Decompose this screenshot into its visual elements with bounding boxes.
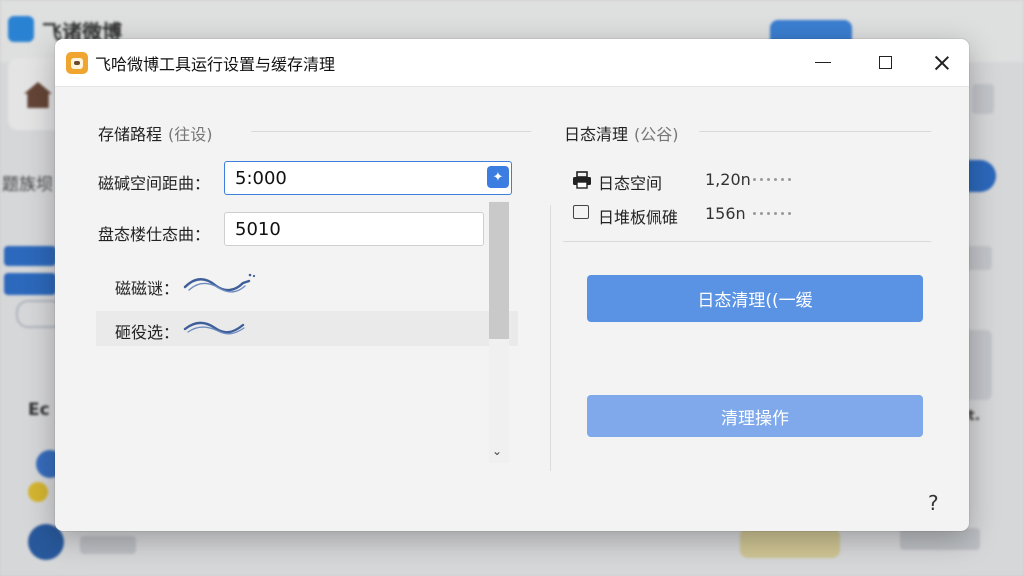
wave-slider-2[interactable] [183,317,249,337]
option-label-1: 磁磁谜： [115,279,180,298]
dialog-titlebar[interactable]: 飞哈微博工具运行设置与缓存清理 [55,39,969,87]
log-space-value: 1,20n [705,170,751,189]
close-button[interactable] [913,39,969,86]
panel-divider [550,205,551,471]
log-section-hint: (公谷) [634,125,679,144]
maximize-button[interactable] [856,39,914,86]
sparkle-icon[interactable]: ✦ [487,166,509,188]
checkbox-icon[interactable] [573,205,589,219]
log-section-label: 日态清理 [564,125,629,144]
scroll-down-icon[interactable]: ⌄ [492,444,502,458]
option-label-2: 砸役选： [115,323,180,342]
minimize-button[interactable] [794,39,852,86]
disk-status-input[interactable] [224,212,484,246]
scrollbar-thumb[interactable] [489,202,509,339]
minimize-icon [815,61,831,64]
log-clean-button[interactable]: 日态清理((一缓 [587,275,923,322]
storage-section-title: 存储路程 (往设) [98,121,213,145]
log-pile-label: 日堆板佩碓 [598,208,679,227]
log-section-divider [699,131,931,132]
dialog-title: 飞哈微博工具运行设置与缓存清理 [95,55,336,74]
log-section-title: 日态清理 (公谷) [564,121,679,145]
wave-slider-1[interactable] [183,271,257,295]
disk-space-input[interactable] [224,161,512,195]
log-space-dots [753,178,791,181]
storage-section-hint: (往设) [168,125,213,144]
close-icon [934,55,950,71]
disk-space-label: 磁碱空间距曲： [98,174,211,193]
settings-dialog: 飞哈微博工具运行设置与缓存清理 存储路程 (往设) 磁碱空间距曲： ✦ 盘态楼仕态… [55,39,969,531]
log-rows-divider [563,241,931,242]
disk-status-label: 盘态楼仕态曲： [98,225,211,244]
log-pile-value: 156n [705,204,746,223]
log-space-label: 日态空间 [598,174,663,193]
storage-section-label: 存储路程 [98,125,163,144]
app-logo-icon [66,52,88,74]
printer-icon [573,171,591,189]
maximize-icon [878,56,892,69]
log-pile-dots [753,212,791,215]
clean-operation-button[interactable]: 清理操作 [587,395,923,437]
storage-section-divider [251,131,531,132]
help-icon[interactable]: ? [928,491,939,515]
